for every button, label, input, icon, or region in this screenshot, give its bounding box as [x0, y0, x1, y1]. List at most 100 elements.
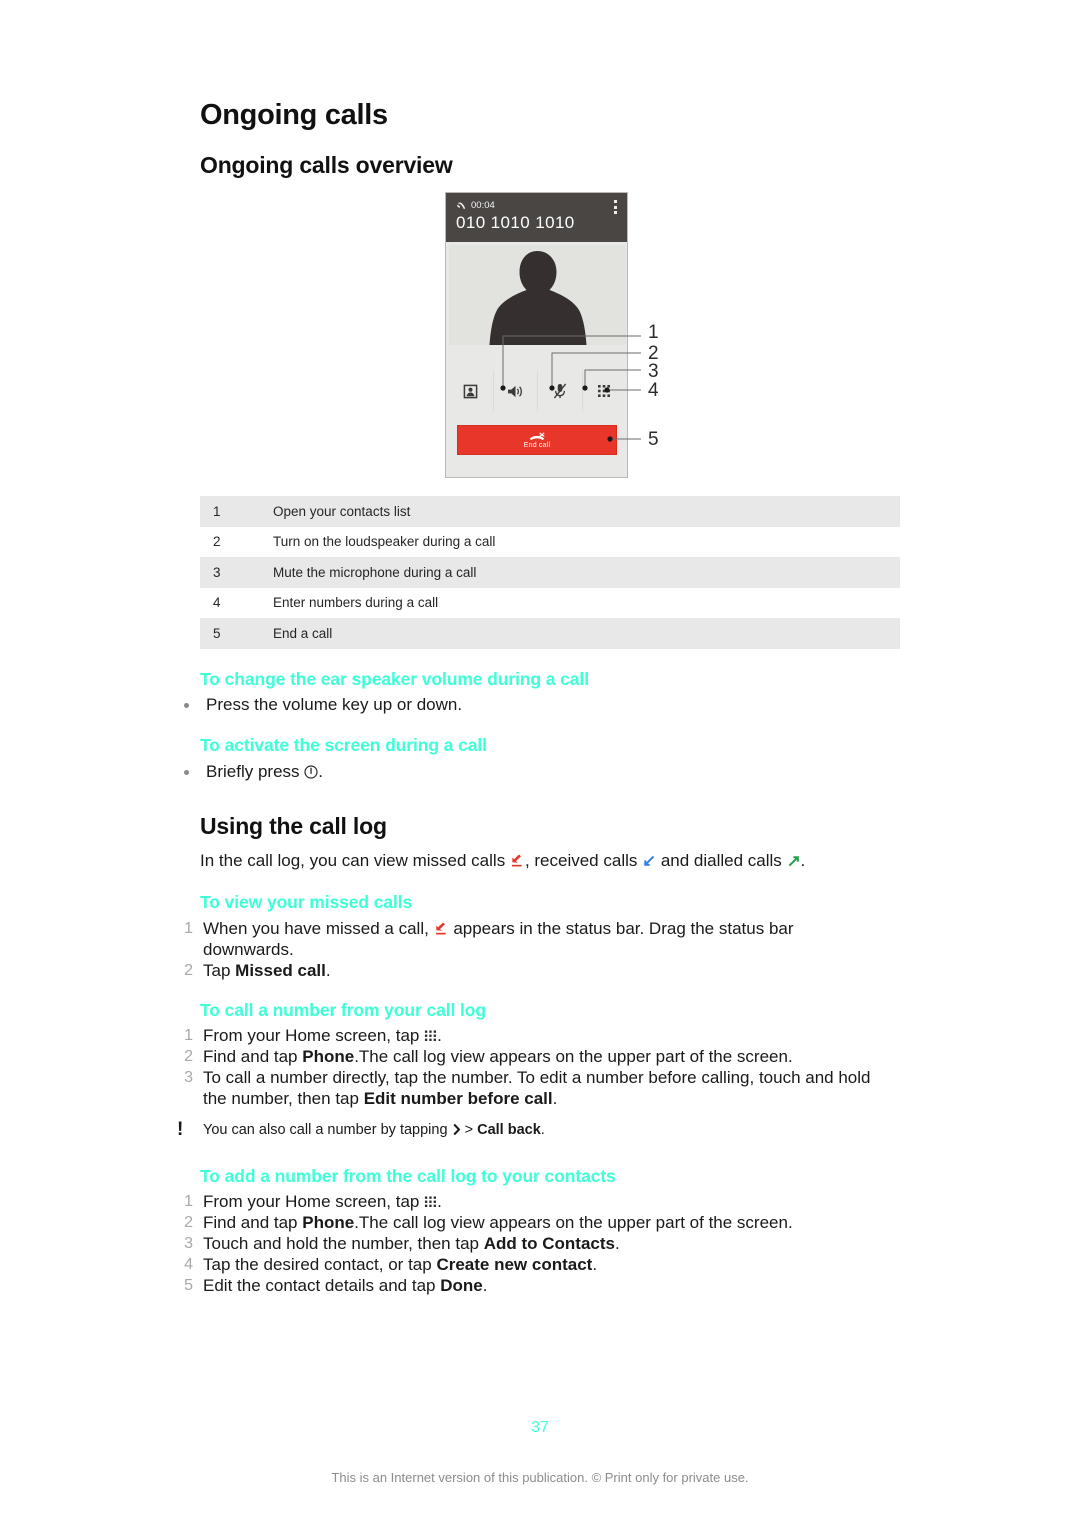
- figure-legend-table: 1 Open your contacts list 2 Turn on the …: [200, 496, 900, 649]
- power-button-icon: [304, 765, 318, 779]
- step-number: 2: [184, 1214, 193, 1231]
- overview-heading: Ongoing calls overview: [200, 152, 453, 178]
- procedure-heading-ear-speaker-volume: To change the ear speaker volume during …: [200, 669, 589, 689]
- missed-call-arrow-icon: [512, 854, 522, 867]
- step-number: 3: [184, 1235, 193, 1252]
- procedure-heading-add-number-to-contacts: To add a number from the call log to you…: [200, 1166, 616, 1186]
- tip-text-before: You can also call a number by tapping: [203, 1122, 448, 1138]
- step-text-before: Touch and hold the number, then tap: [203, 1234, 479, 1253]
- table-row: 5 End a call: [200, 618, 900, 649]
- page-title: Ongoing calls: [200, 99, 388, 131]
- list-item: 2 Find and tap Phone.The call log view a…: [175, 1212, 875, 1233]
- step-text-before: Edit the contact details and tap: [203, 1276, 436, 1295]
- call-log-intro: In the call log, you can view missed cal…: [200, 850, 900, 871]
- legend-description: Turn on the loudspeaker during a call: [273, 534, 496, 550]
- step-text-before: Tap the desired contact, or tap: [203, 1255, 432, 1274]
- intro-part4: .: [800, 851, 806, 870]
- step-number: 1: [184, 1027, 193, 1044]
- list-item: 5 Edit the contact details and tap Done.: [175, 1275, 875, 1296]
- bullet-text-after: .: [318, 762, 323, 781]
- legend-number: 5: [213, 625, 221, 641]
- bullet-text-before: Briefly press: [206, 762, 300, 781]
- step-text-after: .The call log view appears on the upper …: [354, 1047, 793, 1066]
- list-item: 3 To call a number directly, tap the num…: [175, 1067, 875, 1109]
- legend-number: 3: [213, 564, 221, 580]
- legend-description: Mute the microphone during a call: [273, 564, 477, 580]
- step-text-before: From your Home screen, tap: [203, 1192, 420, 1211]
- intro-part3: and dialled calls: [660, 851, 782, 870]
- tip-emphasis: Call back: [477, 1122, 541, 1138]
- procedure-heading-activate-screen: To activate the screen during a call: [200, 735, 487, 755]
- legend-description: Open your contacts list: [273, 503, 411, 519]
- tip-text-after: .: [540, 1122, 545, 1138]
- callout-number-5: 5: [648, 429, 659, 450]
- step-text-after: .: [437, 1026, 442, 1045]
- procedure-heading-call-number-from-log: To call a number from your call log: [200, 1000, 486, 1020]
- callout-leader-lines: [500, 335, 641, 442]
- step-emphasis: Phone: [302, 1213, 355, 1232]
- list-item: 2 Find and tap Phone.The call log view a…: [175, 1046, 875, 1067]
- callout-number-1: 1: [648, 322, 659, 343]
- bullet-dot-icon: [184, 703, 189, 708]
- procedure-heading-view-missed-calls: To view your missed calls: [200, 892, 413, 912]
- intro-part1: In the call log, you can view missed cal…: [200, 851, 506, 870]
- step-emphasis: Phone: [302, 1047, 355, 1066]
- bullet-dot-icon: [184, 770, 189, 775]
- page-number: 37: [531, 1419, 549, 1436]
- step-emphasis: Missed call: [235, 961, 326, 980]
- app-drawer-grid-icon: [425, 1196, 437, 1207]
- step-text-after: .The call log view appears on the upper …: [354, 1213, 793, 1232]
- chevron-right-icon: [453, 1123, 460, 1136]
- step-number: 1: [184, 920, 193, 937]
- step-emphasis: Add to Contacts: [483, 1234, 615, 1253]
- list-item: 4 Tap the desired contact, or tap Create…: [175, 1254, 875, 1275]
- bullet-item: Briefly press .: [178, 761, 906, 783]
- table-row: 1 Open your contacts list: [200, 496, 900, 527]
- step-emphasis: Create new contact: [436, 1255, 593, 1274]
- table-row: 2 Turn on the loudspeaker during a call: [200, 527, 900, 558]
- list-item: 1 From your Home screen, tap .: [175, 1191, 875, 1212]
- legend-description: Enter numbers during a call: [273, 595, 439, 611]
- step-emphasis: Edit number before call: [363, 1089, 553, 1108]
- step-number: 1: [184, 1193, 193, 1210]
- legend-description: End a call: [273, 625, 333, 641]
- tip-callout: ! You can also call a number by tapping …: [175, 1119, 903, 1140]
- legend-number: 4: [213, 595, 221, 611]
- step-text-before: Tap: [203, 961, 231, 980]
- list-item: 1 When you have missed a call, appears i…: [175, 918, 875, 960]
- bullet-text: Press the volume key up or down.: [206, 695, 463, 714]
- step-number: 2: [184, 1048, 193, 1065]
- step-text-before: Find and tap: [203, 1213, 298, 1232]
- legend-number: 2: [213, 534, 221, 550]
- footer-note: This is an Internet version of this publ…: [331, 1470, 749, 1485]
- step-number: 5: [184, 1277, 193, 1294]
- intro-part2: , received calls: [524, 851, 638, 870]
- ongoing-call-figure: 00:04 010 1010 1010 End call 1 2 3 4 5: [445, 192, 659, 480]
- call-log-section-heading: Using the call log: [200, 813, 387, 839]
- step-text-after: .: [615, 1234, 620, 1253]
- steps-add-number-to-contacts: 1 From your Home screen, tap . 2 Find an…: [175, 1191, 875, 1296]
- step-number: 3: [184, 1069, 193, 1086]
- dialled-call-arrow-icon: [788, 856, 799, 867]
- tip-exclamation-icon: !: [177, 1119, 184, 1140]
- callout-number-4: 4: [648, 380, 659, 401]
- step-text-before: From your Home screen, tap: [203, 1026, 420, 1045]
- step-text-before: Find and tap: [203, 1047, 298, 1066]
- received-call-arrow-icon: [644, 855, 655, 866]
- step-number: 2: [184, 962, 193, 979]
- step-emphasis: Done: [440, 1276, 483, 1295]
- table-row: 3 Mute the microphone during a call: [200, 557, 900, 588]
- legend-number: 1: [213, 503, 221, 519]
- manual-page: Ongoing calls Ongoing calls overview 00:…: [0, 0, 1080, 1527]
- list-item: 3 Touch and hold the number, then tap Ad…: [175, 1233, 875, 1254]
- step-text-after: .: [437, 1192, 442, 1211]
- missed-call-arrow-icon: [435, 922, 446, 935]
- step-text-after: .: [325, 961, 331, 980]
- bullet-item: Press the volume key up or down.: [178, 694, 906, 716]
- step-text-before: When you have missed a call,: [203, 919, 429, 938]
- tip-separator: >: [464, 1122, 474, 1138]
- list-item: 1 From your Home screen, tap .: [175, 1025, 875, 1046]
- step-number: 4: [184, 1256, 193, 1273]
- app-drawer-grid-icon: [425, 1030, 437, 1041]
- step-text-after: .: [482, 1276, 488, 1295]
